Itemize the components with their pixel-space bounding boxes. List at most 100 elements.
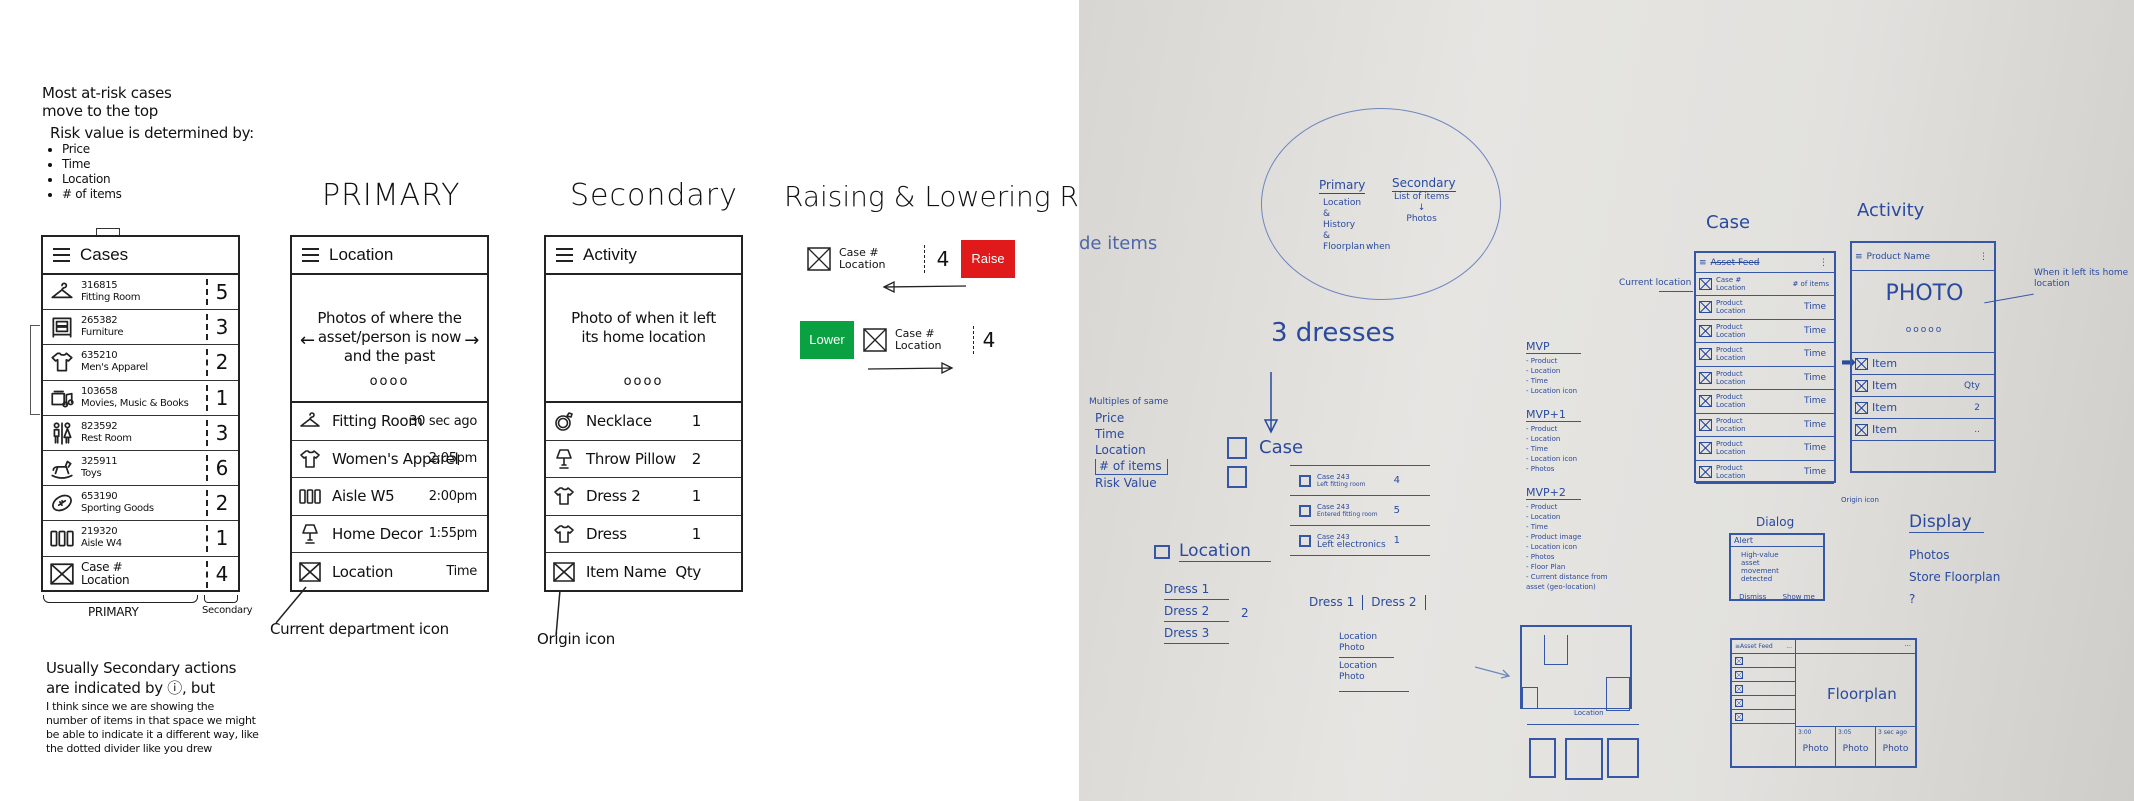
risk-factor-list: PriceTimeLocation# of items [62,142,254,202]
location-title: Location [329,245,394,264]
case-row[interactable]: Case # Location 4 [43,557,238,592]
item-qty: Qty [675,562,701,581]
wb-photo-thumb [1529,738,1556,778]
risk-factor: Location [62,172,254,187]
primary-label: PRIMARY [88,605,139,619]
location-time: 1:55pm [428,526,478,542]
cases-panel: Cases 316815 Fitting Room 5 265382 Furnitu… [41,235,240,592]
location-row[interactable]: Women's Apparel 2:05pm [292,441,487,478]
wb-mvp-item-text: Location [1530,367,1561,375]
wb-case-first-row: Case # Location # of items [1696,273,1834,296]
wb-list-item: Risk Value [1095,476,1157,490]
arrow-left-icon[interactable]: ← [300,331,315,350]
case-id: 265382 [81,315,118,327]
wb-case-title: Case 243 [1317,502,1350,511]
case-info: 635210 Men's Apparel [81,350,148,374]
carousel-dots[interactable]: oooo [292,372,487,391]
wb-case-label: Case [1259,437,1304,458]
wb-list-item: Location [1339,632,1378,642]
wb-list-item: Photo [1339,672,1409,692]
wb-text: Item [1872,356,1898,370]
location-row[interactable]: Home Decor 1:55pm [292,516,487,553]
location-row[interactable]: Aisle W5 2:00pm [292,478,487,516]
wb-floorplan-sketch [1520,625,1632,711]
wb-mvp-item-text: Time [1530,523,1548,531]
activity-panel: Activity Photo of when it left its home … [544,235,743,592]
activity-row[interactable]: Necklace 1 [546,403,741,441]
item-name: Dress [586,524,627,543]
activity-row[interactable]: Item Name Qty [546,553,741,591]
case-info: Case # Location [81,561,130,587]
location-row[interactable]: Fitting Room 30 sec ago [292,403,487,441]
lower-button[interactable]: Lower [800,321,854,359]
wb-left-home-note: When it left its home location [2034,268,2129,289]
case-row[interactable]: 653190 Sporting Goods 2 [43,486,238,522]
lower-swipe-row[interactable]: Lower Case # Location 4 [800,321,1015,359]
wb-mvp-item: - Product [1526,503,1558,511]
case-info: Case # Location [895,328,973,352]
wb-mvp-item: - Photos [1526,465,1555,473]
wb-text: .. [1974,424,1980,435]
case-row[interactable]: 316815 Fitting Room 5 [43,275,238,311]
wb-case-sub: Left electronics [1317,539,1386,550]
wb-list-item: # of items [1095,459,1169,475]
activity-row[interactable]: Throw Pillow 2 [546,441,741,478]
carousel-dots[interactable]: oooo [546,372,741,391]
wb-list-item: Location [1323,198,1362,208]
item-name: Item Name [586,562,667,581]
wb-activity-header-text: Product Name [1866,251,1931,262]
aisle-icon [50,531,74,547]
wb-dialog-message: High-value asset movement detected [1741,551,1779,583]
arrow-right-icon[interactable]: → [464,331,479,350]
activity-photo-carousel[interactable]: Photo of when it left its home location … [546,275,741,403]
wb-secondary-list: List of items ↓ Photos [1394,192,1449,225]
wb-tablet-menu: ... [1796,640,1915,654]
menu-icon[interactable] [302,248,319,262]
case-row[interactable]: 635210 Men's Apparel 2 [43,345,238,381]
case-department: Furniture [81,327,124,339]
wb-mvp-item-text: Time [1530,445,1548,453]
case-department: Movies, Music & Books [81,397,189,409]
origin-icon-annotation: Origin icon [537,630,615,648]
dotted-divider [206,349,208,376]
case-row[interactable]: 823592 Rest Room 3 [43,416,238,451]
wb-mvp-lists: MVP - Product - Location - Time - Location i… [1526,340,1626,604]
whiteboard-photo: de items Primary Location & History & Floorp… [1079,0,2134,801]
wb-text: Location [1716,448,1746,457]
wb-text: Product [1716,416,1743,425]
location-time: 2:00pm [428,488,478,504]
case-row[interactable]: 265382 Furniture 3 [43,310,238,346]
aisle-icon [299,489,321,505]
wb-photo-time: 3 sec ago [1878,729,1907,736]
case-row[interactable]: 103658 Movies, Music & Books 1 [43,381,238,416]
item-count: 4 [215,562,229,587]
menu-icon[interactable] [556,248,573,262]
activity-row[interactable]: Dress 1 [546,516,741,553]
menu-icon[interactable] [53,248,70,262]
wb-text: Product [1716,346,1743,355]
risk-factor: Price [62,142,254,157]
case-row[interactable]: 325911 Toys 6 [43,451,238,487]
raise-swipe-row[interactable]: Case # Location 4 Raise [807,240,1022,278]
location-photo-carousel[interactable]: ← → Photos of where the asset/person is … [292,275,487,403]
wb-case-count: 1 [1393,534,1400,546]
item-qty: 1 [691,487,702,506]
activity-item-list: Necklace 1 Throw Pillow 2 Dress 2 1 Dres… [546,403,741,591]
activity-row[interactable]: Dress 2 1 [546,478,741,516]
location-time: Time [446,564,477,580]
wb-case-sketch-row: Product Location Time [1696,320,1834,343]
primary-brace [43,595,198,603]
raise-button[interactable]: Raise [961,240,1015,278]
wb-case-title: Case [1706,212,1751,233]
wb-mvp-item-text: Product [1530,357,1558,365]
wb-secondary: Secondary [1392,176,1456,192]
wb-list-item: Location [1095,443,1146,457]
wb-multiples-list: Multiples of same Price Time Location # of i… [1089,395,1169,492]
shirt-icon [51,352,73,373]
case-row[interactable]: 219320 Aisle W4 1 [43,521,238,557]
wb-text: Product [1716,440,1743,449]
dotted-divider [206,314,208,341]
item-count: 2 [215,491,229,516]
placeholder-image-icon [863,328,887,352]
wb-activity-item: Item Qty [1852,375,1994,397]
